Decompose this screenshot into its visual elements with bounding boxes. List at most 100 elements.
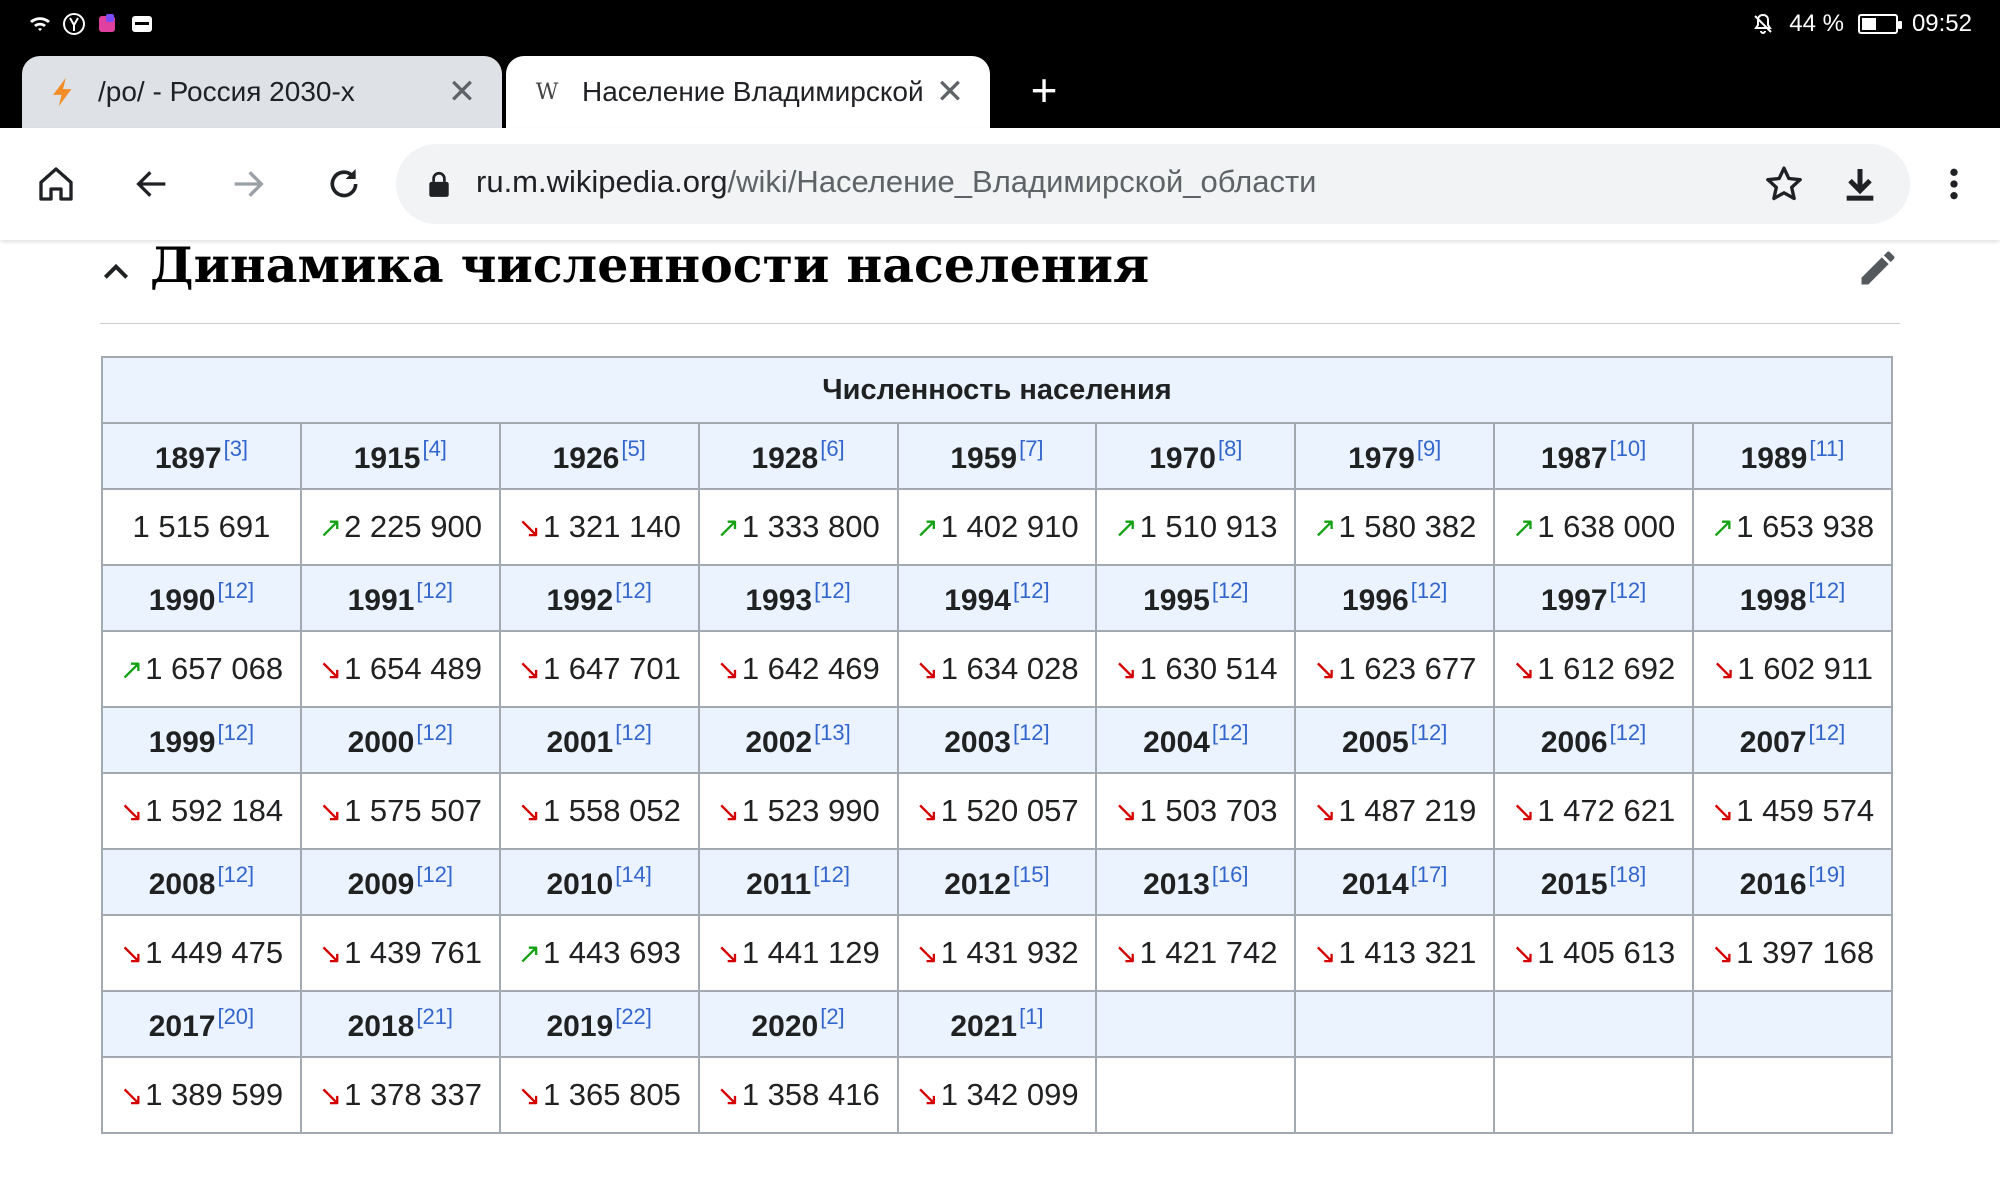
reference-link[interactable]: [13] (814, 720, 851, 745)
population-cell: ↘1 459 574 (1692, 772, 1893, 850)
trend-up-icon: ↗ (119, 654, 144, 685)
home-icon (39, 167, 73, 201)
reference-link[interactable]: [12] (1013, 578, 1050, 603)
menu-button[interactable] (1926, 156, 1982, 212)
reference-link[interactable]: [12] (814, 578, 851, 603)
trend-down-icon: ↘ (318, 1080, 343, 1111)
close-icon[interactable]: ✕ (930, 72, 970, 112)
trend-down-icon: ↘ (1710, 938, 1735, 969)
reference-link[interactable]: [12] (1411, 720, 1448, 745)
year-label: 1897 (154, 442, 222, 475)
population-value: 1 580 382 (1338, 509, 1477, 544)
reference-link[interactable]: [4] (422, 436, 446, 461)
reference-link[interactable]: [12] (1212, 578, 1249, 603)
reference-link[interactable]: [20] (217, 1004, 254, 1029)
close-icon[interactable]: ✕ (442, 72, 482, 112)
lightning-icon (53, 77, 72, 107)
forward-button[interactable] (220, 156, 276, 212)
trend-down-icon: ↘ (318, 938, 343, 969)
reference-link[interactable]: [3] (224, 436, 248, 461)
year-label: 1992 (546, 584, 614, 617)
population-value: 1 443 693 (542, 935, 681, 970)
trend-down-icon: ↘ (119, 1080, 144, 1111)
trend-down-icon: ↘ (1114, 654, 1138, 685)
reference-link[interactable]: [12] (615, 720, 652, 745)
clock: 09:52 (1911, 10, 1972, 37)
reload-button[interactable] (316, 156, 372, 212)
reference-link[interactable]: [18] (1610, 862, 1647, 887)
reference-link[interactable]: [12] (217, 578, 254, 603)
reference-link[interactable]: [8] (1218, 436, 1242, 461)
population-cell: ↗1 510 913 (1095, 488, 1297, 566)
pencil-icon[interactable] (1856, 246, 1900, 290)
reference-link[interactable]: [12] (217, 720, 254, 745)
population-value: 1 413 321 (1338, 935, 1477, 970)
reference-link[interactable]: [2] (820, 1004, 844, 1029)
download-button[interactable] (1832, 156, 1888, 212)
year-cell: 1997[12] (1493, 564, 1694, 632)
reference-link[interactable]: [12] (1809, 578, 1846, 603)
reference-link[interactable]: [11] (1809, 436, 1844, 461)
population-value: 1 472 621 (1537, 793, 1676, 828)
reference-link[interactable]: [12] (1411, 578, 1448, 603)
reference-link[interactable]: [9] (1417, 436, 1441, 461)
reference-link[interactable]: [6] (820, 436, 844, 461)
population-cell: ↗1 333 800 (697, 488, 899, 566)
tab-title: /po/ - Россия 2030-х (98, 76, 355, 107)
back-button[interactable] (124, 156, 180, 212)
population-value: 1 523 990 (741, 793, 880, 828)
reference-link[interactable]: [12] (416, 862, 453, 887)
reference-link[interactable]: [15] (1013, 862, 1050, 887)
population-cell: ↘1 358 416 (697, 1056, 899, 1134)
url-text[interactable]: ru.m.wikipedia.org/wiki/Население_Владим… (476, 164, 1316, 200)
population-cell: ↘1 449 475 (101, 914, 302, 992)
reference-link[interactable]: [22] (615, 1004, 652, 1029)
reference-link[interactable]: [7] (1019, 436, 1043, 461)
reference-link[interactable]: [10] (1610, 436, 1647, 461)
trend-up-icon: ↗ (1710, 512, 1735, 543)
reference-link[interactable]: [12] (615, 578, 652, 603)
year-label: 1990 (148, 584, 216, 617)
reference-link[interactable]: [5] (621, 436, 645, 461)
trend-up-icon: ↗ (915, 512, 939, 543)
address-bar[interactable]: ru.m.wikipedia.org/wiki/Население_Владим… (396, 144, 1910, 224)
reference-link[interactable]: [21] (416, 1004, 453, 1029)
population-value: 1 342 099 (940, 1077, 1079, 1112)
reference-link[interactable]: [12] (416, 578, 453, 603)
tab-title: Население Владимирской (582, 76, 924, 107)
reference-link[interactable]: [12] (1610, 720, 1647, 745)
year-label: 1997 (1540, 584, 1608, 617)
reference-link[interactable]: [12] (1013, 720, 1050, 745)
year-label: 2009 (347, 868, 415, 901)
year-cell: 1990[12] (101, 564, 302, 632)
year-cell: 1998[12] (1692, 564, 1893, 632)
reference-link[interactable]: [1] (1019, 1004, 1043, 1029)
reference-link[interactable]: [16] (1212, 862, 1249, 887)
reference-link[interactable]: [14] (615, 862, 652, 887)
status-bar: 44 % 09:52 (0, 0, 2000, 48)
home-button[interactable] (28, 156, 84, 212)
new-tab-button[interactable]: + (1022, 67, 1066, 113)
reference-link[interactable]: [12] (1809, 720, 1846, 745)
chevron-up-icon[interactable] (100, 256, 132, 288)
reference-link[interactable]: [12] (217, 862, 254, 887)
reference-link[interactable]: [12] (416, 720, 453, 745)
population-cell: ↘1 575 507 (299, 772, 501, 850)
year-cell: 1992[12] (498, 564, 700, 632)
population-value: 1 602 911 (1737, 651, 1874, 686)
population-cell (1095, 1056, 1297, 1134)
reference-link[interactable]: [12] (813, 862, 850, 887)
section-heading[interactable]: Динамика численности населения (100, 236, 1900, 324)
star-icon (1766, 166, 1802, 201)
trend-down-icon: ↘ (716, 1080, 740, 1111)
reference-link[interactable]: [12] (1610, 578, 1647, 603)
reference-link[interactable]: [12] (1212, 720, 1249, 745)
status-icons-left (28, 12, 154, 36)
year-cell: 1987[10] (1493, 422, 1694, 490)
reference-link[interactable]: [17] (1411, 862, 1448, 887)
bookmark-button[interactable] (1756, 156, 1812, 212)
year-label: 1995 (1143, 584, 1210, 617)
tab-wikipedia[interactable]: W Население Владимирской ✕ (506, 56, 990, 128)
tab-russia-2030[interactable]: /po/ - Россия 2030-х ✕ (22, 56, 502, 128)
reference-link[interactable]: [19] (1809, 862, 1846, 887)
